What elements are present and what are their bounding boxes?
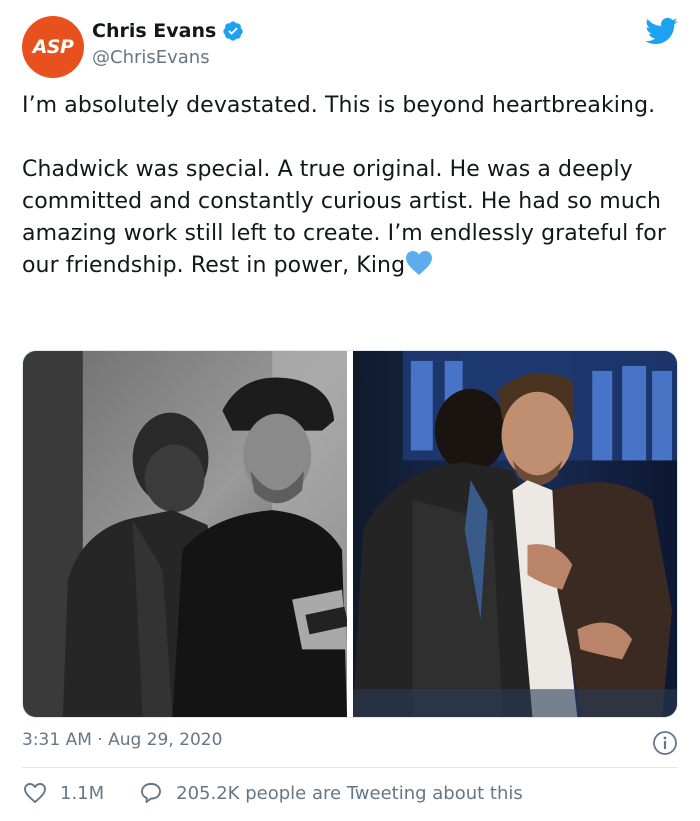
info-icon[interactable] bbox=[652, 730, 678, 756]
photo-right[interactable] bbox=[353, 351, 677, 717]
timestamp-link[interactable]: 3:31 AM · Aug 29, 2020 bbox=[22, 730, 222, 750]
avatar-logo-text: ASP bbox=[32, 36, 74, 58]
conversation-text: 205.2K people are Tweeting about this bbox=[176, 782, 523, 804]
speech-bubble-icon bbox=[141, 783, 162, 803]
blue-heart-icon bbox=[406, 251, 433, 275]
heart-outline-icon bbox=[24, 783, 46, 803]
media-grid[interactable] bbox=[22, 350, 678, 718]
photo-left[interactable] bbox=[23, 351, 347, 717]
tweet-card: ASP Chris Evans @ChrisEvans I’m absolute… bbox=[0, 0, 700, 821]
color-photo-embrace-image bbox=[353, 351, 677, 717]
author-name-row[interactable]: Chris Evans bbox=[92, 20, 244, 42]
bw-photo-two-men-image bbox=[23, 351, 347, 717]
handle[interactable]: @ChrisEvans bbox=[92, 47, 210, 68]
tweet-actions: 1.1M 205.2K people are Tweeting about th… bbox=[22, 780, 523, 806]
avatar[interactable]: ASP bbox=[22, 16, 84, 78]
display-name[interactable]: Chris Evans bbox=[92, 20, 216, 42]
tweet-body: I’m absolutely devastated. This is beyon… bbox=[22, 93, 666, 278]
like-button[interactable]: 1.1M bbox=[22, 780, 104, 806]
divider bbox=[22, 767, 678, 768]
verified-badge-icon bbox=[223, 21, 243, 41]
twitter-bird-icon[interactable] bbox=[644, 14, 678, 48]
conversation-link[interactable]: 205.2K people are Tweeting about this bbox=[138, 780, 523, 806]
like-count: 1.1M bbox=[60, 782, 105, 804]
tweet-text: I’m absolutely devastated. This is beyon… bbox=[22, 90, 678, 282]
